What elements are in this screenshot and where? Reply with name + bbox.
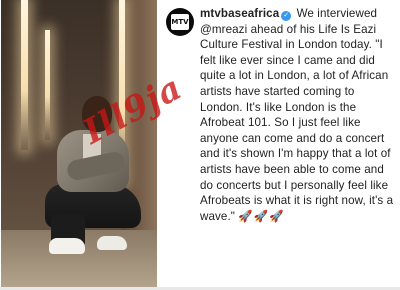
username-link[interactable]: mtvbaseafrica <box>200 7 279 20</box>
photo-person <box>27 96 147 266</box>
caption-panel: MTV mtvbaseafrica ✓ We interviewed @mreaz… <box>160 0 400 290</box>
post-container: MTV mtvbaseafrica ✓ We interviewed @mreaz… <box>0 0 400 290</box>
person-shoe <box>97 236 127 250</box>
mention-link[interactable]: @mreazi <box>200 23 247 36</box>
caption-text: ahead of his Life Is Eazi Culture Festiv… <box>200 22 394 223</box>
person-head <box>82 96 112 132</box>
caption-text: We interviewed <box>293 7 378 20</box>
person-shoe <box>49 238 85 254</box>
post-caption: mtvbaseafrica ✓ We interviewed @mreazi ah… <box>200 6 396 224</box>
mtv-base-logo-icon[interactable]: MTV <box>166 8 194 36</box>
post-photo[interactable] <box>1 0 157 288</box>
verified-badge-icon: ✓ <box>281 11 292 21</box>
avatar-logo-mark: MTV <box>171 14 189 30</box>
rocket-emoji: 🚀🚀🚀 <box>238 209 285 223</box>
